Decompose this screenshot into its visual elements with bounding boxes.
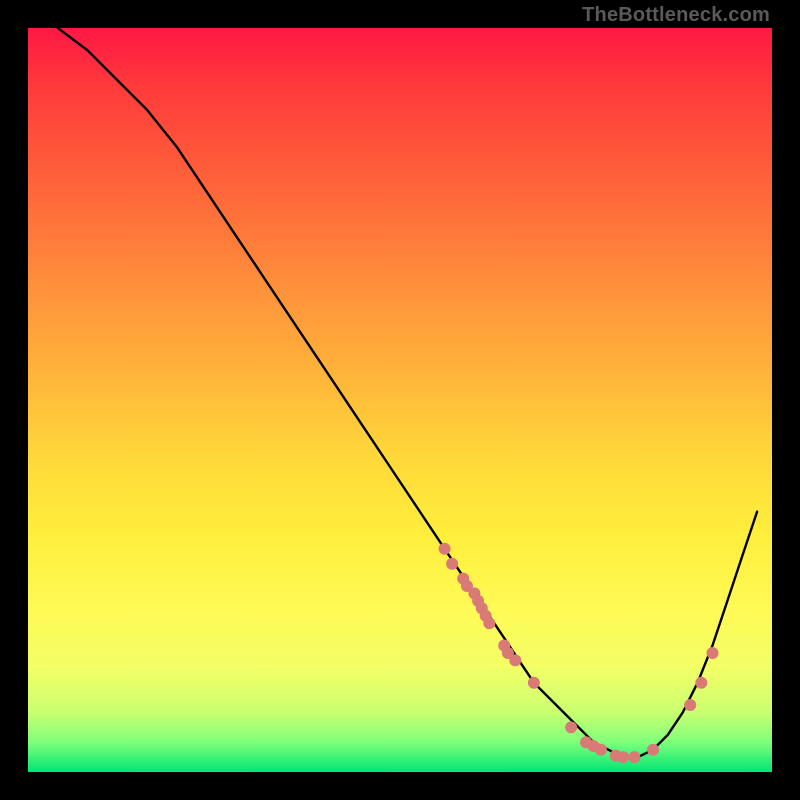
data-dot [684, 699, 696, 711]
watermark-label: TheBottleneck.com [582, 4, 770, 27]
curve-layer [28, 28, 772, 772]
chart-frame: TheBottleneck.com [0, 0, 800, 800]
data-dot [509, 654, 521, 666]
plot-area [28, 28, 772, 772]
data-dot [617, 751, 629, 763]
bottleneck-curve [58, 28, 757, 757]
data-dot [595, 744, 607, 756]
data-dots [439, 543, 719, 763]
data-dot [647, 744, 659, 756]
data-dot [528, 677, 540, 689]
data-dot [483, 617, 495, 629]
data-dot [707, 647, 719, 659]
data-dot [628, 751, 640, 763]
data-dot [439, 543, 451, 555]
data-dot [695, 677, 707, 689]
data-dot [446, 558, 458, 570]
data-dot [565, 721, 577, 733]
